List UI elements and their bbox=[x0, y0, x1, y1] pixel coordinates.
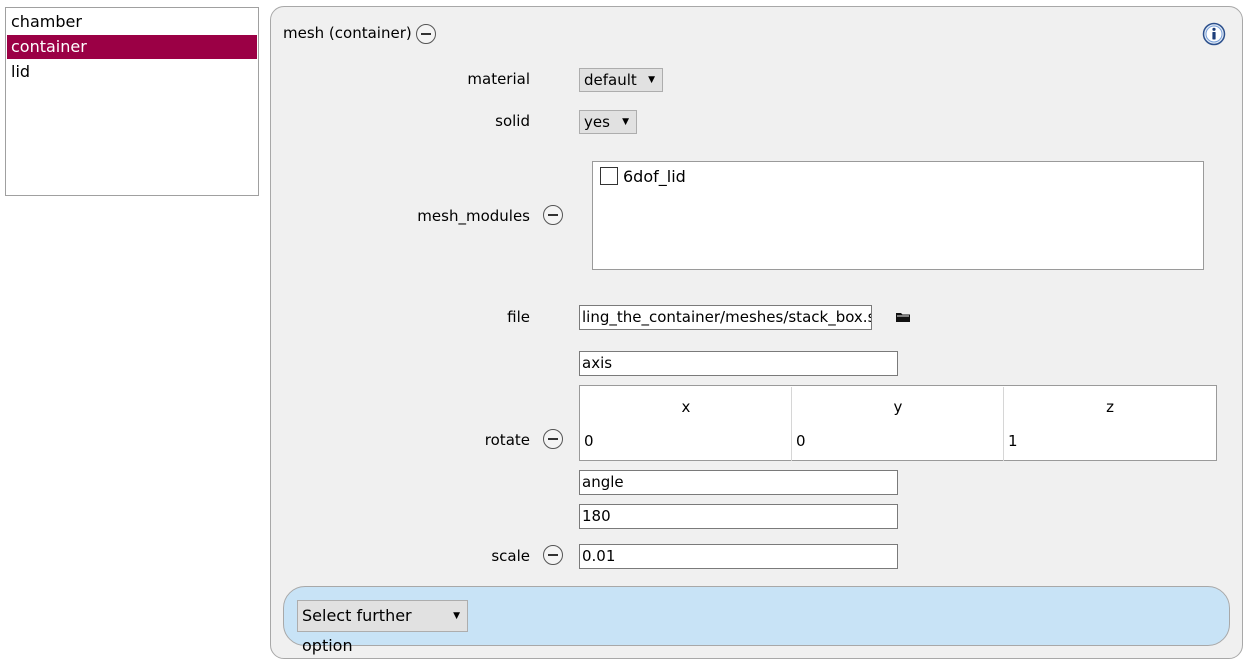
angle-field[interactable]: angle bbox=[579, 470, 898, 495]
material-value: default bbox=[584, 71, 637, 89]
column-header-z: z bbox=[1106, 398, 1114, 416]
solid-value: yes bbox=[584, 113, 610, 131]
angle-input[interactable]: 180 bbox=[579, 504, 898, 529]
dropdown-arrow-icon: ▼ bbox=[622, 117, 629, 127]
remove-mesh-button[interactable] bbox=[416, 24, 436, 44]
remove-scale-button[interactable] bbox=[543, 545, 563, 565]
remove-rotate-button[interactable] bbox=[543, 429, 563, 449]
list-item-chamber[interactable]: chamber bbox=[7, 10, 257, 34]
list-item-container[interactable]: container bbox=[7, 35, 257, 59]
column-header-x: x bbox=[681, 398, 691, 416]
scale-input[interactable]: 0.01 bbox=[579, 544, 898, 569]
axis-field[interactable]: axis bbox=[579, 351, 898, 376]
module-label: 6dof_lid bbox=[623, 167, 686, 186]
mesh-list[interactable]: chamber container lid bbox=[5, 7, 259, 196]
cell-z[interactable]: 1 bbox=[1008, 432, 1018, 450]
rotate-axis-table[interactable]: x y z 0 0 1 bbox=[579, 385, 1217, 461]
mesh-modules-label: mesh_modules bbox=[417, 207, 530, 225]
column-header-y: y bbox=[893, 398, 903, 416]
material-label: material bbox=[467, 70, 530, 88]
file-input[interactable]: ling_the_container/meshes/stack_box.stl bbox=[579, 305, 872, 330]
solid-label: solid bbox=[495, 112, 530, 130]
folder-icon[interactable] bbox=[892, 306, 914, 328]
panel-title: mesh (container) bbox=[283, 24, 412, 42]
info-icon[interactable] bbox=[1202, 22, 1226, 46]
rotate-label: rotate bbox=[484, 431, 530, 449]
module-checkbox[interactable] bbox=[600, 167, 618, 185]
solid-select[interactable]: yes ▼ bbox=[579, 110, 637, 134]
scale-label: scale bbox=[491, 547, 530, 565]
dropdown-arrow-icon: ▼ bbox=[648, 75, 655, 85]
further-option-select[interactable]: Select further option ▼ bbox=[297, 600, 468, 655]
cell-y[interactable]: 0 bbox=[796, 432, 806, 450]
list-item-lid[interactable]: lid bbox=[7, 60, 257, 84]
material-select[interactable]: default ▼ bbox=[579, 68, 663, 92]
dropdown-arrow-icon: ▼ bbox=[453, 611, 460, 621]
file-label: file bbox=[507, 308, 530, 326]
cell-x[interactable]: 0 bbox=[584, 432, 594, 450]
remove-mesh-modules-button[interactable] bbox=[543, 205, 563, 225]
